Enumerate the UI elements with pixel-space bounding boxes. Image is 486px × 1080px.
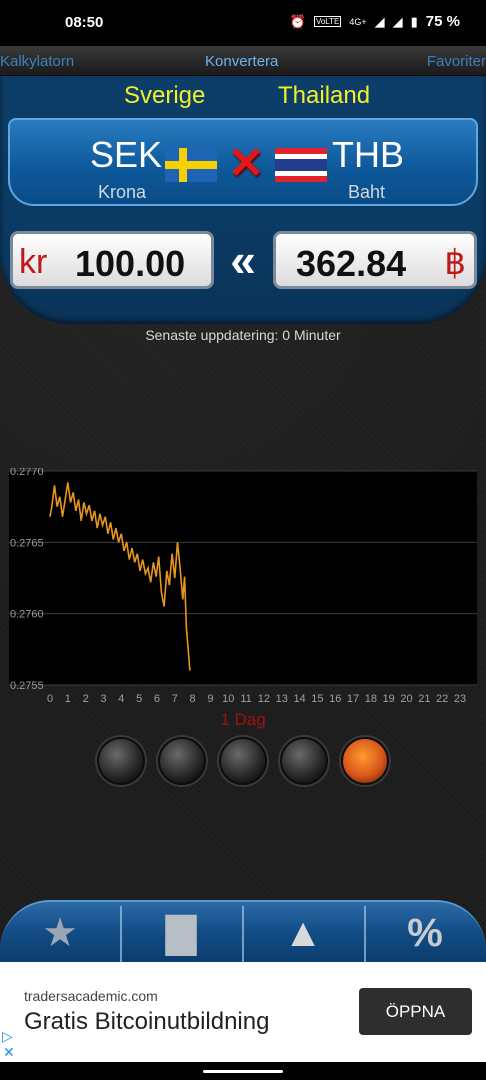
nav-calculator[interactable]: Kalkylatorn <box>0 53 74 70</box>
x-tick-label: 22 <box>436 693 448 705</box>
battery-icon: ▮ <box>410 13 418 29</box>
bar-chart-icon: ▇ <box>165 911 197 955</box>
x-tick-label: 3 <box>100 693 106 705</box>
x-tick-label: 23 <box>454 693 466 705</box>
last-update-text: Senaste uppdatering: 0 Minuter <box>145 327 341 343</box>
y-tick-label: 0.2755 <box>10 680 44 692</box>
pyramid-icon: ▲ <box>283 910 323 955</box>
from-country[interactable]: Sverige <box>124 82 205 110</box>
rate-chart: 0.2770 0.2765 0.2760 0.2755 0 1 2 3 4 5 6 7 8 9 10 11 12… <box>8 468 478 708</box>
x-tick-label: 16 <box>329 693 341 705</box>
sweden-flag-icon[interactable] <box>165 148 217 182</box>
favorites-add-icon: ★ <box>42 911 78 955</box>
period-dot[interactable] <box>219 737 267 785</box>
to-currency-symbol: ฿ <box>444 244 466 282</box>
top-nav: Kalkylatorn Konvertera Favoriter <box>0 46 486 76</box>
x-tick-label: 9 <box>207 693 213 705</box>
x-tick-label: 1 <box>65 693 71 705</box>
double-chevron-left-icon[interactable]: « <box>217 234 269 286</box>
ad-close-icon[interactable]: ✕ <box>3 1044 15 1061</box>
status-icons: ⏰ VoLTE 4G+ ◢ ◢ ▮ 75 % <box>290 13 460 30</box>
x-tick-label: 4 <box>118 693 124 705</box>
signal-icon: ◢ <box>392 13 403 29</box>
x-tick-label: 17 <box>347 693 359 705</box>
x-tick-label: 13 <box>276 693 288 705</box>
favorites-add-button[interactable]: ★ <box>0 902 120 964</box>
x-tick-label: 15 <box>311 693 323 705</box>
x-tick-label: 2 <box>83 693 89 705</box>
swap-x-icon[interactable]: ✕ <box>224 142 268 186</box>
4g-icon: 4G+ <box>349 16 367 27</box>
x-tick-label: 14 <box>293 693 305 705</box>
y-tick-label: 0.2760 <box>10 609 44 621</box>
ad-choices-icon[interactable]: ▷ <box>2 1028 13 1045</box>
pyramid-button[interactable]: ▲ <box>243 902 363 964</box>
nav-favorites[interactable]: Favoriter <box>427 53 486 70</box>
percent-button[interactable]: % <box>365 902 485 964</box>
ad-banner[interactable]: tradersacademic.com Gratis Bitcoinutbild… <box>0 962 486 1062</box>
period-dot[interactable] <box>158 737 206 785</box>
x-tick-label: 0 <box>47 693 53 705</box>
from-currency-symbol: kr <box>19 243 48 281</box>
x-tick-label: 12 <box>258 693 270 705</box>
volte-icon: VoLTE <box>313 16 342 27</box>
x-tick-label: 18 <box>365 693 377 705</box>
x-tick-label: 10 <box>222 693 234 705</box>
x-tick-label: 8 <box>190 693 196 705</box>
currency-pair: SEK Krona ✕ THB Baht <box>8 118 478 206</box>
x-tick-label: 20 <box>400 693 412 705</box>
period-selector <box>97 737 397 787</box>
from-currency-name: Krona <box>98 182 147 202</box>
x-tick-label: 7 <box>172 693 178 705</box>
battery-level: 75 % <box>425 13 460 30</box>
to-country[interactable]: Thailand <box>278 82 370 110</box>
period-dot[interactable] <box>280 737 328 785</box>
percent-icon: % <box>407 910 443 955</box>
status-time: 08:50 <box>65 14 104 31</box>
to-amount-field[interactable]: 362.84 ฿ <box>273 231 477 289</box>
bottom-toolbar: ★ ▇ ▲ % <box>0 900 486 962</box>
nav-convert[interactable]: Konvertera <box>205 53 278 70</box>
system-nav-bar <box>0 1062 486 1080</box>
to-currency-code[interactable]: THB <box>332 134 404 176</box>
converter-panel: Sverige Thailand SEK Krona ✕ THB Baht kr… <box>0 76 486 324</box>
signal-icon: ◢ <box>374 13 385 29</box>
home-indicator[interactable] <box>203 1070 283 1073</box>
to-currency-name: Baht <box>348 182 386 202</box>
app-screen: Kalkylatorn Konvertera Favoriter Sverige… <box>0 46 486 962</box>
chart-svg: 0.27700.27650.27600.27550 1 2 3 4 5 6 7 8 9 10 11 12… <box>9 468 477 705</box>
ad-domain: tradersacademic.com <box>24 988 158 1004</box>
from-currency-code[interactable]: SEK <box>90 134 162 176</box>
x-tick-label: 21 <box>418 693 430 705</box>
x-tick-label: 5 <box>136 693 142 705</box>
to-amount-value: 362.84 <box>296 243 407 284</box>
period-dot[interactable] <box>341 737 389 785</box>
x-tick-label: 6 <box>154 693 160 705</box>
ad-open-button[interactable]: ÖPPNA <box>359 988 472 1035</box>
from-amount-field[interactable]: kr 100.00 <box>10 231 214 289</box>
x-tick-label: 11 <box>240 693 251 705</box>
thailand-flag-icon[interactable] <box>275 148 327 182</box>
period-label: 1 Dag <box>220 710 266 729</box>
ad-title[interactable]: Gratis Bitcoinutbildning <box>24 1008 269 1036</box>
y-tick-label: 0.2765 <box>10 537 44 549</box>
status-bar: 08:50 ⏰ VoLTE 4G+ ◢ ◢ ▮ 75 % <box>0 0 486 46</box>
from-amount-value: 100.00 <box>75 243 186 284</box>
alarm-icon: ⏰ <box>289 13 306 29</box>
period-dot[interactable] <box>97 737 145 785</box>
x-tick-label: 19 <box>383 693 395 705</box>
y-tick-label: 0.2770 <box>10 468 44 478</box>
chart-button[interactable]: ▇ <box>121 902 241 964</box>
